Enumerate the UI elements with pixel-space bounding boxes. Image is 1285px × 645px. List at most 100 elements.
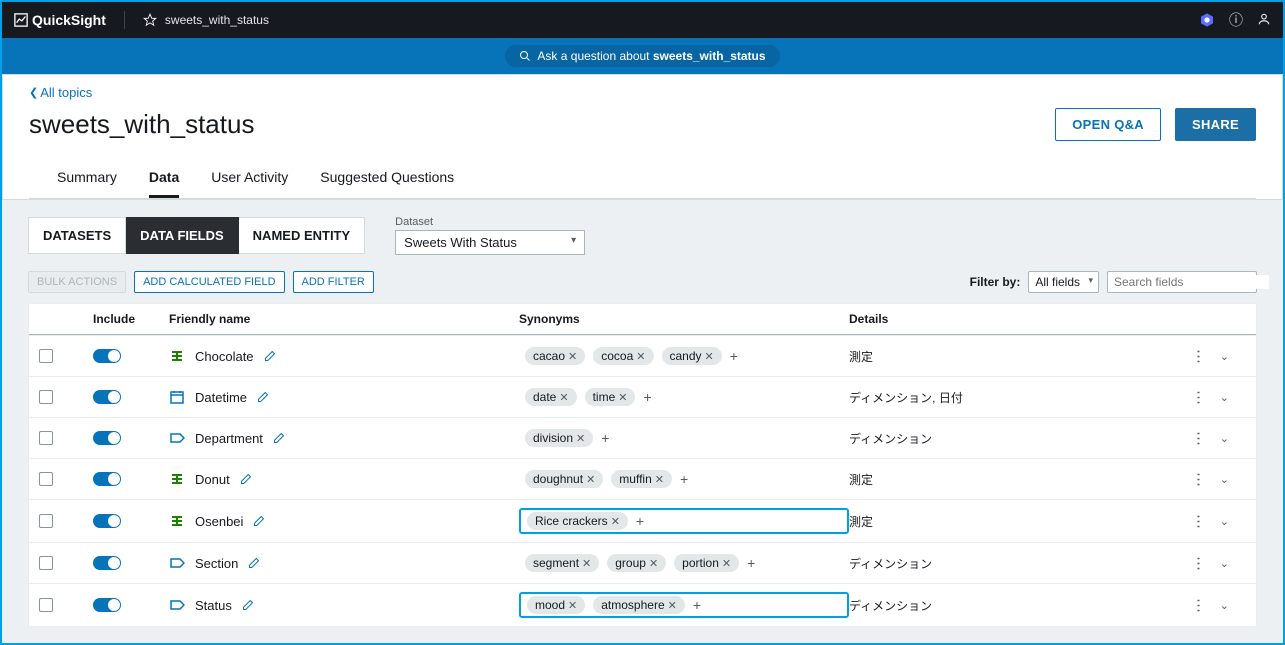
remove-synonym-icon[interactable]: ✕ [649,557,658,570]
ask-question-pill[interactable]: Ask a question about sweets_with_status [505,45,779,67]
synonym-pill[interactable]: portion ✕ [674,554,739,572]
col-include: Include [93,312,169,326]
row-menu-icon[interactable]: ⋯ [1192,347,1206,365]
edit-icon[interactable] [264,350,276,362]
row-menu-icon[interactable]: ⋯ [1192,512,1206,530]
expand-row-icon[interactable]: ⌄ [1220,515,1229,528]
remove-synonym-icon[interactable]: ✕ [722,557,731,570]
edit-icon[interactable] [257,391,269,403]
remove-synonym-icon[interactable]: ✕ [568,599,577,612]
table-header: Include Friendly name Synonyms Details [29,304,1256,335]
row-menu-icon[interactable]: ⋯ [1192,429,1206,447]
tab-summary[interactable]: Summary [57,159,117,198]
edit-icon[interactable] [240,473,252,485]
remove-synonym-icon[interactable]: ✕ [559,391,568,404]
include-toggle[interactable] [93,431,121,445]
remove-synonym-icon[interactable]: ✕ [618,391,627,404]
expand-row-icon[interactable]: ⌄ [1220,599,1229,612]
edit-icon[interactable] [242,599,254,611]
synonym-pill[interactable]: cacao ✕ [525,347,585,365]
row-checkbox[interactable] [39,349,53,363]
add-synonym-icon[interactable]: + [601,430,609,446]
synonym-pill[interactable]: date ✕ [525,388,577,406]
add-synonym-icon[interactable]: + [747,555,755,571]
expand-row-icon[interactable]: ⌄ [1220,432,1229,445]
search-input[interactable] [1114,275,1269,289]
expand-row-icon[interactable]: ⌄ [1220,350,1229,363]
open-qa-button[interactable]: OPEN Q&A [1055,108,1161,141]
synonym-pill[interactable]: doughnut ✕ [525,470,603,488]
remove-synonym-icon[interactable]: ✕ [668,599,677,612]
share-button[interactable]: SHARE [1175,108,1256,141]
filter-by-label: Filter by: [970,275,1021,289]
dataset-select[interactable]: Sweets With Status [395,230,585,255]
tab-user-activity[interactable]: User Activity [211,159,288,198]
brand[interactable]: QuickSight [14,12,106,28]
add-synonym-icon[interactable]: + [636,513,644,529]
include-toggle[interactable] [93,514,121,528]
edit-icon[interactable] [248,557,260,569]
remove-synonym-icon[interactable]: ✕ [655,473,664,486]
table-row: Sectionsegment ✕group ✕portion ✕+ディメンション… [29,542,1256,583]
include-toggle[interactable] [93,472,121,486]
synonym-pill[interactable]: Rice crackers ✕ [527,512,628,530]
add-synonym-icon[interactable]: + [730,348,738,364]
tab-data[interactable]: Data [149,159,179,198]
details-cell: ディメンション, 日付 [849,389,1149,406]
search-fields-input[interactable] [1107,271,1257,293]
subtab-datasets[interactable]: DATASETS [28,217,126,254]
synonym-pill[interactable]: muffin ✕ [611,470,672,488]
row-menu-icon[interactable]: ⋯ [1192,388,1206,406]
remove-synonym-icon[interactable]: ✕ [576,432,585,445]
row-checkbox[interactable] [39,472,53,486]
add-calculated-field-button[interactable]: ADD CALCULATED FIELD [134,271,284,293]
add-filter-button[interactable]: ADD FILTER [293,271,374,293]
add-synonym-icon[interactable]: + [643,389,651,405]
table-row: Donutdoughnut ✕muffin ✕+測定⋯⌄ [29,458,1256,499]
subtab-named-entity[interactable]: NAMED ENTITY [239,217,366,254]
user-icon[interactable] [1257,12,1271,29]
remove-synonym-icon[interactable]: ✕ [586,473,595,486]
tab-suggested-questions[interactable]: Suggested Questions [320,159,454,198]
edit-icon[interactable] [253,515,265,527]
row-checkbox[interactable] [39,514,53,528]
include-toggle[interactable] [93,598,121,612]
synonym-pill[interactable]: candy ✕ [662,347,722,365]
synonym-pill[interactable]: mood ✕ [527,596,585,614]
include-toggle[interactable] [93,390,121,404]
row-checkbox[interactable] [39,556,53,570]
synonym-pill[interactable]: segment ✕ [525,554,599,572]
row-checkbox[interactable] [39,598,53,612]
remove-synonym-icon[interactable]: ✕ [568,350,577,363]
subtab-data-fields[interactable]: DATA FIELDS [126,217,239,254]
help-icon[interactable]: ⓘ [1229,10,1243,30]
expand-row-icon[interactable]: ⌄ [1220,557,1229,570]
remove-synonym-icon[interactable]: ✕ [582,557,591,570]
synonym-pill[interactable]: time ✕ [585,388,636,406]
hex-badge-icon[interactable] [1199,12,1215,28]
expand-row-icon[interactable]: ⌄ [1220,391,1229,404]
row-menu-icon[interactable]: ⋯ [1192,554,1206,572]
filter-by-select[interactable]: All fields [1028,271,1099,293]
add-synonym-icon[interactable]: + [680,471,688,487]
include-toggle[interactable] [93,556,121,570]
favorite-icon[interactable] [143,13,157,27]
remove-synonym-icon[interactable]: ✕ [611,515,620,528]
remove-synonym-icon[interactable]: ✕ [705,350,714,363]
row-checkbox[interactable] [39,390,53,404]
back-link[interactable]: ❮ All topics [29,85,1256,100]
expand-row-icon[interactable]: ⌄ [1220,473,1229,486]
include-toggle[interactable] [93,349,121,363]
edit-icon[interactable] [273,432,285,444]
synonym-pill[interactable]: division ✕ [525,429,593,447]
row-checkbox[interactable] [39,431,53,445]
dataset-label: Dataset [395,216,585,228]
synonym-pill[interactable]: group ✕ [607,554,666,572]
synonym-pill[interactable]: atmosphere ✕ [593,596,685,614]
remove-synonym-icon[interactable]: ✕ [636,350,645,363]
synonym-pill[interactable]: cocoa ✕ [593,347,653,365]
row-menu-icon[interactable]: ⋯ [1192,596,1206,614]
fields-table: Include Friendly name Synonyms Details C… [28,303,1257,627]
add-synonym-icon[interactable]: + [693,597,701,613]
row-menu-icon[interactable]: ⋯ [1192,470,1206,488]
